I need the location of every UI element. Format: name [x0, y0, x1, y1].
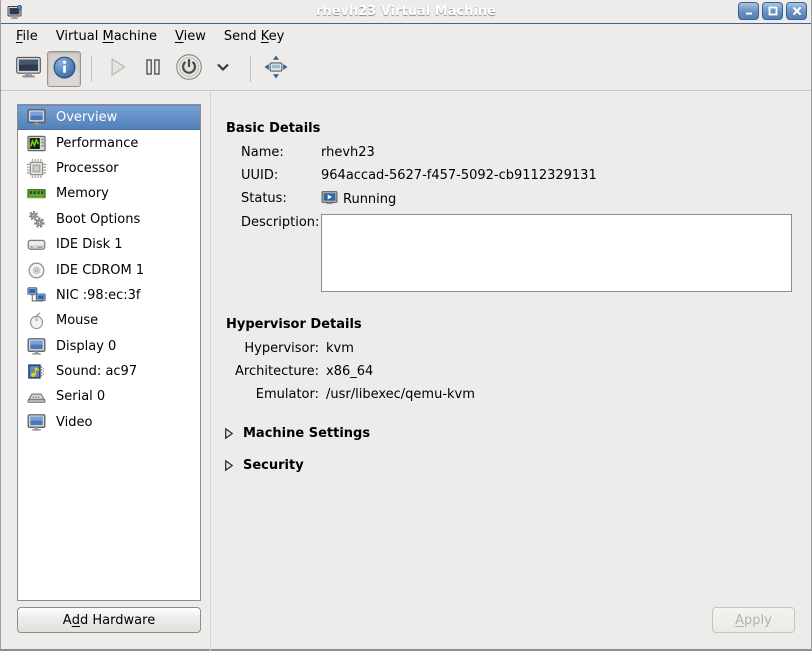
disk-icon	[25, 235, 47, 254]
memory-ram-icon	[25, 184, 47, 203]
add-hardware-button[interactable]: Add Hardware	[17, 607, 201, 633]
titlebar: rhevh23 Virtual Machine	[1, 0, 811, 24]
show-console-button[interactable]	[11, 51, 45, 87]
sidebar-item-label: Mouse	[56, 313, 98, 328]
expander-arrow-icon	[222, 427, 235, 440]
sidebar-item-mouse[interactable]: Mouse	[18, 308, 200, 333]
sound-card-icon	[25, 362, 47, 381]
sidebar-item-nic[interactable]: NIC :98:ec:3f	[18, 283, 200, 308]
sidebar-item-display-0[interactable]: Display 0	[18, 334, 200, 359]
sidebar-item-label: Performance	[56, 136, 138, 151]
pause-button[interactable]	[136, 51, 170, 87]
shutdown-menu-button[interactable]	[206, 51, 240, 87]
emulator-value: /usr/libexec/qemu-kvm	[326, 387, 475, 402]
toolbar-separator	[250, 56, 251, 82]
power-icon	[175, 53, 203, 85]
sidebar-item-sound[interactable]: Sound: ac97	[18, 359, 200, 384]
sidebar-item-serial-0[interactable]: Serial 0	[18, 384, 200, 409]
sidebar-item-memory[interactable]: Memory	[18, 181, 200, 206]
play-icon	[104, 54, 130, 84]
pane-separator	[210, 91, 211, 651]
mouse-icon	[25, 311, 47, 330]
fullscreen-button[interactable]	[259, 51, 293, 87]
boot-gears-icon	[25, 210, 47, 229]
sidebar-item-label: Display 0	[56, 339, 116, 354]
maximize-button[interactable]	[762, 2, 783, 20]
shutdown-button[interactable]	[172, 51, 206, 87]
sidebar-item-label: Video	[56, 415, 92, 430]
menubar: File Virtual Machine View Send Key	[1, 24, 811, 48]
vm-running-icon	[321, 189, 338, 210]
description-label: Description:	[241, 215, 319, 230]
architecture-value: x86_64	[326, 364, 373, 379]
fullscreen-icon	[262, 53, 290, 85]
apply-button[interactable]: Apply	[712, 607, 795, 633]
uuid-label: UUID:	[241, 168, 278, 183]
cdrom-icon	[25, 261, 47, 280]
security-label: Security	[243, 458, 304, 473]
sidebar-item-label: Sound: ac97	[56, 364, 137, 379]
pause-icon	[141, 55, 165, 83]
sidebar-item-label: NIC :98:ec:3f	[56, 288, 140, 303]
machine-settings-expander[interactable]: Machine Settings	[222, 426, 370, 441]
status-value: Running	[343, 192, 396, 207]
hypervisor-label: Hypervisor:	[226, 341, 319, 356]
run-button[interactable]	[100, 51, 134, 87]
virtual-machine-window: rhevh23 Virtual Machine File Virtual Mac…	[0, 0, 812, 651]
sidebar-item-boot-options[interactable]: Boot Options	[18, 207, 200, 232]
sidebar-item-label: IDE CDROM 1	[56, 263, 144, 278]
toolbar	[1, 48, 811, 91]
sidebar-item-ide-cdrom-1[interactable]: IDE CDROM 1	[18, 257, 200, 282]
emulator-label: Emulator:	[226, 387, 319, 402]
chevron-down-icon	[214, 58, 232, 80]
video-monitor-icon	[25, 413, 47, 432]
menu-file[interactable]: File	[7, 27, 47, 46]
processor-chip-icon	[25, 159, 47, 178]
name-value: rhevh23	[321, 145, 375, 160]
show-details-button[interactable]	[47, 51, 81, 87]
info-icon	[52, 55, 77, 84]
overview-monitor-icon	[25, 108, 47, 127]
close-button[interactable]	[786, 2, 807, 20]
description-input[interactable]	[321, 214, 792, 292]
menu-view[interactable]: View	[166, 27, 215, 46]
menu-virtual-machine[interactable]: Virtual Machine	[47, 27, 166, 46]
sidebar-item-overview[interactable]: Overview	[18, 105, 200, 130]
expander-arrow-icon	[222, 459, 235, 472]
menu-send-key[interactable]: Send Key	[215, 27, 294, 46]
minimize-button[interactable]	[738, 2, 759, 20]
status-value-cell: Running	[321, 189, 396, 210]
sidebar-item-processor[interactable]: Processor	[18, 156, 200, 181]
sidebar-item-performance[interactable]: Performance	[18, 130, 200, 155]
basic-details-heading: Basic Details	[226, 121, 320, 136]
security-expander[interactable]: Security	[222, 458, 304, 473]
toolbar-separator	[91, 56, 92, 82]
serial-port-icon	[25, 387, 47, 406]
hypervisor-details-heading: Hypervisor Details	[226, 317, 362, 332]
status-label: Status:	[241, 191, 287, 206]
hypervisor-value: kvm	[326, 341, 354, 356]
sidebar-item-ide-disk-1[interactable]: IDE Disk 1	[18, 232, 200, 257]
sidebar-item-label: Processor	[56, 161, 119, 176]
sidebar-item-label: Boot Options	[56, 212, 140, 227]
sidebar-item-label: Memory	[56, 186, 109, 201]
hardware-list: Overview Performance	[17, 104, 201, 601]
nic-icon	[25, 286, 47, 305]
sidebar-item-label: Serial 0	[56, 389, 105, 404]
sidebar-item-video[interactable]: Video	[18, 410, 200, 435]
name-label: Name:	[241, 145, 284, 160]
machine-settings-label: Machine Settings	[243, 426, 370, 441]
sidebar-item-label: Overview	[56, 110, 117, 125]
performance-graph-icon	[25, 134, 47, 153]
sidebar-item-label: IDE Disk 1	[56, 237, 123, 252]
display-monitor-icon	[25, 337, 47, 356]
architecture-label: Architecture:	[226, 364, 319, 379]
console-monitor-icon	[15, 54, 42, 85]
window-title: rhevh23 Virtual Machine	[1, 4, 811, 19]
uuid-value: 964accad-5627-f457-5092-cb9112329131	[321, 168, 597, 183]
